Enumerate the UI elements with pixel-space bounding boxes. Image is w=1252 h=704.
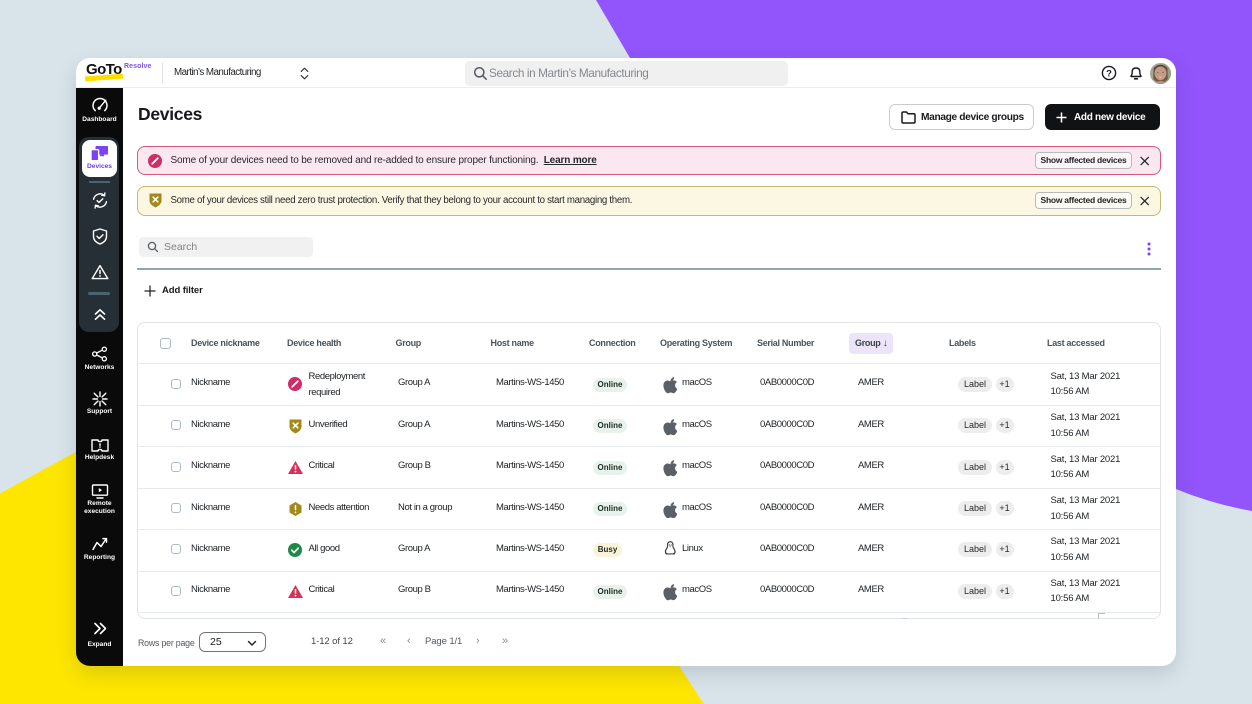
svg-text:?: ? — [1106, 68, 1112, 79]
